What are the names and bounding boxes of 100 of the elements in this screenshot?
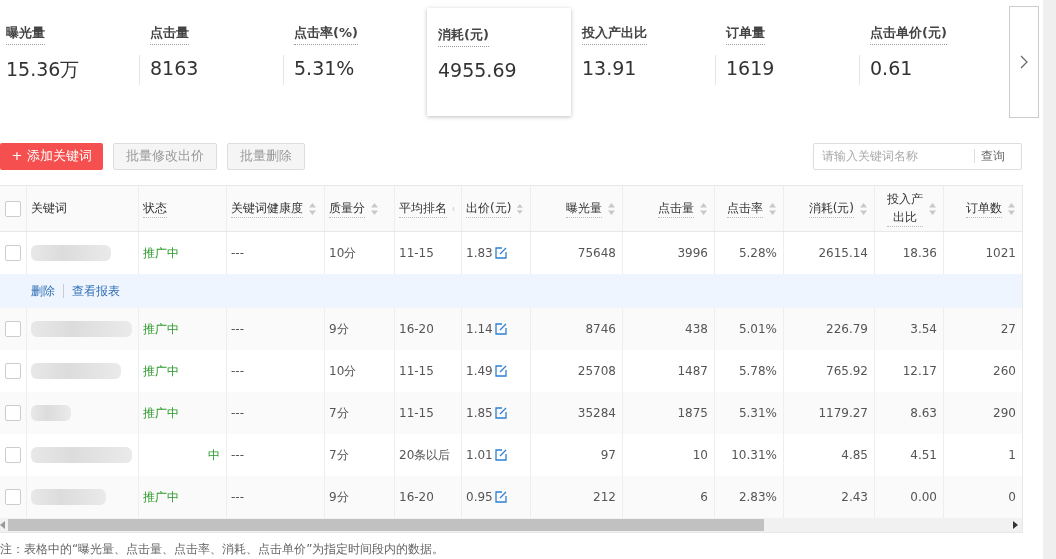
edit-icon[interactable] [494, 491, 507, 503]
sort-icon[interactable] [859, 201, 868, 216]
bid-value: 1.14 [466, 322, 493, 336]
blurred-keyword [31, 405, 71, 421]
metric-value: 13.91 [582, 57, 637, 79]
column-header[interactable]: 平均排名 [395, 186, 462, 231]
metric-label: 消耗(元) [438, 26, 489, 47]
metric-item[interactable]: 点击率(%) 5.31% [283, 6, 427, 114]
status-text: 推广中 [143, 404, 179, 422]
action-link[interactable]: 删除 [31, 282, 55, 300]
sort-icon[interactable] [699, 201, 708, 216]
metric-label: 点击量 [150, 24, 189, 45]
table-cell: 0.00 [910, 490, 937, 504]
table-cell: 25708 [577, 364, 616, 378]
metric-value: 0.61 [870, 57, 913, 79]
horizontal-scrollbar[interactable] [0, 518, 1022, 532]
edit-icon[interactable] [494, 449, 507, 461]
rank-text: 11-15 [399, 246, 434, 260]
quality-score: 9分 [329, 488, 349, 506]
select-all-checkbox[interactable] [5, 200, 21, 217]
scroll-right-icon[interactable] [1012, 521, 1018, 529]
column-header[interactable]: 订单数 [944, 186, 1022, 231]
quality-score: 9分 [329, 320, 349, 338]
table-cell: 2.43 [841, 490, 868, 504]
bid-value: 1.01 [466, 448, 493, 462]
action-link[interactable]: 查看报表 [72, 282, 120, 300]
next-button[interactable] [1009, 6, 1039, 118]
row-checkbox[interactable] [5, 447, 21, 463]
table-cell: 765.92 [826, 364, 868, 378]
rank-text: 11-15 [399, 406, 434, 420]
search-button[interactable]: 查询 [975, 147, 1011, 165]
table-cell: 5.28% [738, 246, 777, 260]
row-checkbox[interactable] [5, 489, 21, 505]
edit-icon[interactable] [494, 323, 507, 335]
table-cell: 12.17 [902, 364, 937, 378]
metric-label: 点击单价(元) [870, 24, 947, 45]
metric-value: 5.31% [294, 57, 355, 79]
metric-item[interactable]: 曝光量 15.36万 [0, 6, 139, 114]
column-header[interactable]: 关键词 [27, 186, 139, 231]
health-text: --- [231, 364, 244, 378]
row-checkbox[interactable] [5, 321, 21, 337]
sort-icon[interactable] [308, 201, 317, 216]
row-checkbox[interactable] [5, 363, 21, 379]
rank-text: 16-20 [399, 490, 434, 504]
quality-score: 7分 [329, 446, 349, 464]
metric-card[interactable]: 消耗(元) 4955.69 [427, 8, 571, 116]
health-text: --- [231, 448, 244, 462]
metric-item[interactable]: 投入产出比 13.91 [571, 6, 715, 114]
edit-icon[interactable] [494, 407, 507, 419]
table-cell: 97 [600, 448, 616, 462]
table-cell: 18.36 [902, 246, 937, 260]
column-header[interactable]: 曝光量 [531, 186, 623, 231]
quality-score: 7分 [329, 404, 349, 422]
table-cell: 1021 [985, 246, 1016, 260]
status-text: 推广中 [143, 362, 179, 380]
edit-icon[interactable] [494, 365, 507, 377]
metric-item[interactable]: 点击单价(元) 0.61 [859, 6, 1003, 114]
sort-icon[interactable] [768, 201, 777, 216]
row-checkbox[interactable] [5, 405, 21, 421]
column-header[interactable]: 质量分 [325, 186, 395, 231]
table-cell: 2.83% [738, 490, 777, 504]
table-cell: 35284 [577, 406, 616, 420]
column-header[interactable]: 出价(元) [462, 186, 531, 231]
sort-icon[interactable] [1007, 201, 1016, 216]
quality-score: 10分 [329, 244, 357, 262]
table-cell: 4.85 [841, 448, 868, 462]
column-header[interactable]: 消耗(元) [784, 186, 875, 231]
table-cell: 27 [1000, 322, 1016, 336]
table-cell: 4.51 [910, 448, 937, 462]
table-cell: 1179.27 [818, 406, 868, 420]
table-cell: 212 [593, 490, 616, 504]
health-text: --- [231, 322, 244, 336]
column-header[interactable]: 状态 [139, 186, 227, 231]
column-header[interactable]: 点击率 [715, 186, 784, 231]
table-cell: 226.79 [826, 322, 868, 336]
table-cell: 2615.14 [818, 246, 868, 260]
search-field[interactable]: 请输入关键词名称 查询 [813, 142, 1022, 170]
health-text: --- [231, 406, 244, 420]
column-header[interactable]: 点击量 [623, 186, 715, 231]
metric-item[interactable]: 订单量 1619 [715, 6, 859, 114]
sort-icon[interactable] [370, 201, 379, 216]
table-cell: 5.01% [738, 322, 777, 336]
sort-icon[interactable] [928, 201, 937, 216]
row-checkbox[interactable] [5, 245, 21, 261]
table-cell: 1487 [677, 364, 708, 378]
sort-icon[interactable] [516, 201, 524, 216]
rank-text: 11-15 [399, 364, 434, 378]
metric-label: 点击率(%) [294, 24, 358, 45]
edit-icon[interactable] [494, 247, 507, 259]
metric-value: 15.36万 [6, 58, 80, 80]
table-cell: 5.31% [738, 406, 777, 420]
column-header[interactable]: 关键词健康度 [227, 186, 325, 231]
metric-item[interactable]: 点击量 8163 [139, 6, 283, 114]
column-header[interactable]: 投入产出比 [875, 186, 944, 231]
table-cell: 1875 [677, 406, 708, 420]
status-text: 推广中 [143, 244, 179, 262]
scroll-left-icon[interactable] [0, 521, 6, 529]
rank-text: 16-20 [399, 322, 434, 336]
sort-icon[interactable] [607, 201, 616, 216]
table-cell: 438 [685, 322, 708, 336]
